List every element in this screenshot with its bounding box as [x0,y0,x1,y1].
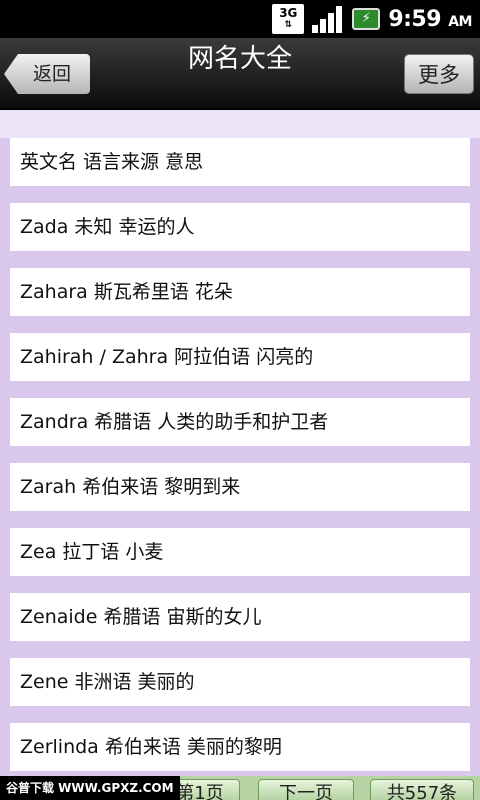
list-item[interactable]: Zea 拉丁语 小麦 [10,528,470,576]
network-3g-icon: 3G ⇅ [272,4,305,34]
more-button[interactable]: 更多 [404,54,474,94]
list-item[interactable]: Zada 未知 幸运的人 [10,203,470,251]
list-header-row[interactable]: 英文名 语言来源 意思 [10,138,470,186]
network-arrows: ⇅ [284,20,293,30]
list-item[interactable]: Zarah 希伯来语 黎明到来 [10,463,470,511]
network-label: 3G [279,6,298,20]
list-item[interactable]: Zahara 斯瓦希里语 花朵 [10,268,470,316]
list-item[interactable]: Zene 非洲语 美丽的 [10,658,470,706]
list-item[interactable]: Zandra 希腊语 人类的助手和护卫者 [10,398,470,446]
status-icons: 3G ⇅ ⚡ 9:59 AM [272,0,472,38]
clock-time: 9:59 [388,6,442,32]
status-bar: 3G ⇅ ⚡ 9:59 AM [0,0,480,38]
name-list: 英文名 语言来源 意思 Zada 未知 幸运的人 Zahara 斯瓦希里语 花朵… [0,110,480,788]
total-count-label: 共557条 [370,779,474,800]
status-clock: 9:59 AM [388,7,472,32]
battery-charging-icon: ⚡ [352,8,381,30]
list-item[interactable]: Zerlinda 希伯来语 美丽的黎明 [10,723,470,771]
list-top-spacer [0,110,480,138]
watermark: 谷普下载 WWW.GPXZ.COM [0,776,180,800]
pagination-bar: 第1页 下一页 共557条 谷普下载 WWW.GPXZ.COM [0,776,480,800]
list-item[interactable]: Zenaide 希腊语 宙斯的女儿 [10,593,470,641]
back-button[interactable]: 返回 [4,54,90,94]
title-bar: 网名大全 返回 更多 [0,38,480,110]
signal-strength-icon [312,5,344,33]
list-item[interactable]: Zahirah / Zahra 阿拉伯语 闪亮的 [10,333,470,381]
clock-ampm: AM [448,13,472,30]
next-page-button[interactable]: 下一页 [258,779,354,800]
